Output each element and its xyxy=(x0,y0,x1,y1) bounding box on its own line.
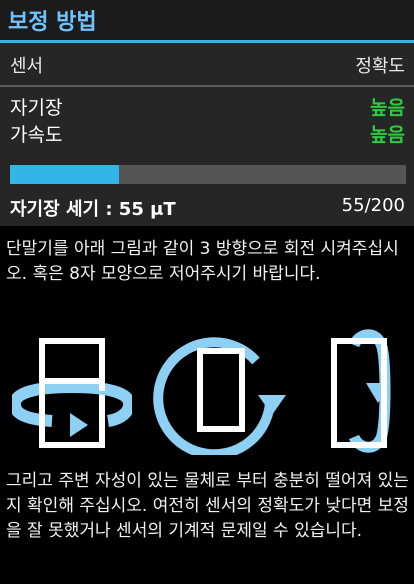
calibration-notes: 그리고 주변 자성이 있는 물체로 부터 충분히 떨어져 있는지 확인해 주십시… xyxy=(6,471,409,541)
calibration-diagram xyxy=(0,329,414,458)
field-strength-progress xyxy=(10,165,406,184)
sensor-name-magnetic: 자기장 xyxy=(10,97,63,119)
rotate-horizontal-icon xyxy=(12,338,132,448)
field-strength-value: 55/200 xyxy=(341,195,405,216)
progress-fill xyxy=(10,165,119,184)
sensor-name-accelerometer: 가속도 xyxy=(10,124,63,146)
rotate-planar-icon xyxy=(153,337,286,455)
accuracy-value-accelerometer: 높음 xyxy=(370,124,405,146)
field-strength-label: 자기장 세기 : 55 μT xyxy=(10,199,176,220)
sensor-column-header: 센서 xyxy=(10,56,44,77)
calibration-instructions: 단말기를 아래 그림과 같이 3 방향으로 회전 시켜주십시오. 혹은 8자 모… xyxy=(6,239,399,284)
rotate-vertical-icon xyxy=(331,329,391,453)
dialog-title: 보정 방법 xyxy=(8,10,97,35)
accuracy-column-header: 정확도 xyxy=(355,56,405,77)
accuracy-value-magnetic: 높음 xyxy=(370,97,405,119)
header-divider xyxy=(0,85,414,87)
